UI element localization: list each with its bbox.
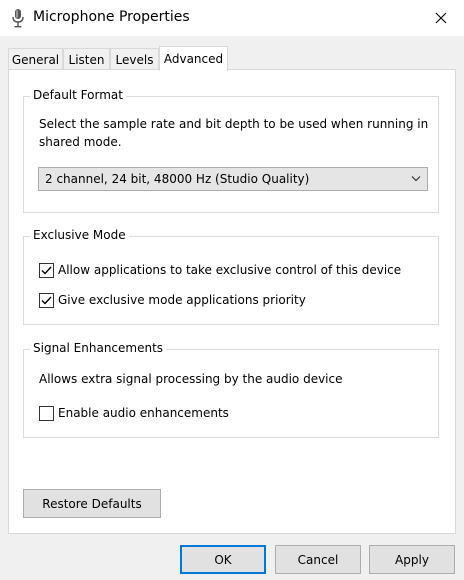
default-format-selected: 2 channel, 24 bit, 48000 Hz (Studio Qual… — [45, 172, 310, 186]
ok-button[interactable]: OK — [180, 545, 266, 574]
tab-general[interactable]: General — [8, 48, 63, 70]
tab-levels[interactable]: Levels — [110, 48, 159, 70]
enable-enhancements-label: Enable audio enhancements — [58, 406, 229, 420]
signal-enhancements-group: Signal Enhancements Allows extra signal … — [23, 341, 439, 438]
tab-advanced[interactable]: Advanced — [159, 46, 228, 71]
checkmark-icon — [41, 296, 52, 305]
tab-label: Levels — [115, 52, 154, 67]
tab-label: General — [11, 52, 60, 67]
exclusive-priority-checkbox[interactable]: Give exclusive mode applications priorit… — [39, 291, 306, 309]
checkbox-box[interactable] — [39, 405, 54, 421]
close-button[interactable] — [418, 0, 464, 36]
checkbox-box[interactable] — [39, 292, 54, 308]
enable-enhancements-checkbox[interactable]: Enable audio enhancements — [39, 404, 229, 422]
restore-defaults-label: Restore Defaults — [42, 496, 142, 511]
default-format-legend: Default Format — [30, 88, 126, 102]
tab-label: Advanced — [163, 52, 224, 66]
checkbox-box[interactable] — [39, 262, 54, 278]
tab-listen[interactable]: Listen — [63, 48, 110, 70]
default-format-description: Select the sample rate and bit depth to … — [39, 117, 429, 149]
chevron-down-icon — [411, 176, 421, 182]
title-bar: Microphone Properties — [0, 0, 464, 36]
allow-exclusive-checkbox[interactable]: Allow applications to take exclusive con… — [39, 261, 401, 279]
checkmark-icon — [41, 266, 52, 275]
microphone-icon — [12, 9, 24, 28]
tab-label: Listen — [68, 52, 105, 67]
window-title: Microphone Properties — [33, 9, 190, 25]
cancel-button[interactable]: Cancel — [275, 545, 361, 574]
cancel-label: Cancel — [297, 552, 339, 567]
signal-enhancements-legend: Signal Enhancements — [30, 341, 167, 355]
apply-button[interactable]: Apply — [369, 545, 455, 574]
default-format-dropdown[interactable]: 2 channel, 24 bit, 48000 Hz (Studio Qual… — [38, 167, 428, 191]
allow-exclusive-label: Allow applications to take exclusive con… — [58, 263, 402, 277]
restore-defaults-button[interactable]: Restore Defaults — [23, 489, 161, 518]
advanced-panel: Default Format Select the sample rate an… — [8, 69, 456, 534]
default-format-group: Default Format Select the sample rate an… — [23, 88, 439, 213]
exclusive-mode-legend: Exclusive Mode — [30, 228, 129, 242]
exclusive-mode-group: Exclusive Mode Allow applications to tak… — [23, 228, 439, 325]
close-icon — [435, 12, 447, 24]
signal-enhancements-description: Allows extra signal processing by the au… — [39, 372, 343, 386]
exclusive-priority-label: Give exclusive mode applications priorit… — [58, 293, 306, 307]
apply-label: Apply — [395, 552, 429, 567]
ok-label: OK — [214, 552, 232, 567]
